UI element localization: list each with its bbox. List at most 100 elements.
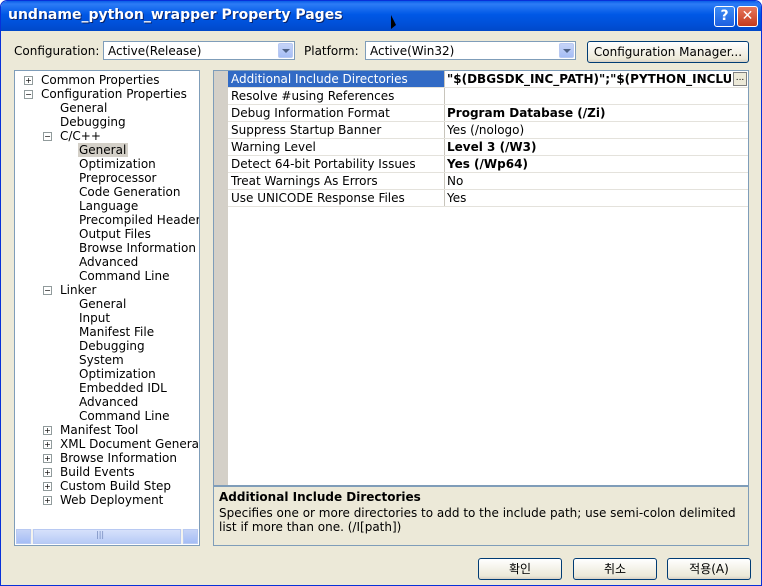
property-pages-window: undname_python_wrapper Property Pages ? … bbox=[0, 0, 762, 586]
tree-item[interactable]: General bbox=[59, 101, 109, 115]
tree-item[interactable]: + Build Events bbox=[43, 465, 137, 479]
expand-icon[interactable]: + bbox=[43, 482, 52, 491]
expand-icon[interactable]: + bbox=[43, 468, 52, 477]
tree-item[interactable]: − Linker bbox=[43, 283, 98, 297]
tree-item-label: Web Deployment bbox=[60, 493, 164, 507]
chevron-down-icon[interactable] bbox=[278, 43, 293, 58]
tree-item[interactable]: Browse Information bbox=[78, 241, 198, 255]
tree-item[interactable]: Debugging bbox=[59, 115, 128, 129]
tree-item-label: System bbox=[79, 353, 124, 367]
tree-item[interactable]: + Web Deployment bbox=[43, 493, 165, 507]
tree-item[interactable]: Code Generation bbox=[78, 185, 182, 199]
property-row[interactable]: Warning Level Level 3 (/W3) bbox=[228, 139, 748, 156]
configuration-value: Active(Release) bbox=[108, 44, 202, 58]
platform-select[interactable]: Active(Win32) bbox=[365, 41, 576, 60]
tree-item[interactable]: Manifest File bbox=[78, 325, 156, 339]
platform-label: Platform: bbox=[304, 44, 359, 58]
description-text: Specifies one or more directories to add… bbox=[219, 506, 736, 534]
tree-item[interactable]: Debugging bbox=[78, 339, 147, 353]
property-row[interactable]: Debug Information Format Program Database… bbox=[228, 105, 748, 122]
configuration-select[interactable]: Active(Release) bbox=[103, 41, 295, 60]
property-value[interactable]: No bbox=[447, 173, 748, 189]
scroll-left-icon[interactable] bbox=[16, 529, 31, 544]
configuration-manager-button[interactable]: Configuration Manager... bbox=[587, 41, 749, 63]
property-tree[interactable]: + Common Properties − Configuration Propert… bbox=[14, 70, 200, 546]
tree-item[interactable]: + XML Document Generator bbox=[43, 437, 199, 451]
property-value[interactable]: Yes (/Wp64) bbox=[447, 156, 748, 172]
platform-value: Active(Win32) bbox=[370, 44, 455, 58]
expand-icon[interactable]: + bbox=[24, 76, 33, 85]
tree-item[interactable]: Command Line bbox=[78, 409, 172, 423]
tree-item-label: General bbox=[79, 143, 127, 157]
tree-horizontal-scrollbar[interactable]: ||| bbox=[16, 529, 198, 544]
ok-button[interactable]: 확인 bbox=[478, 558, 562, 580]
collapse-icon[interactable]: − bbox=[43, 132, 52, 141]
tree-item[interactable]: + Browse Information bbox=[43, 451, 179, 465]
tree-item[interactable]: Output Files bbox=[78, 227, 153, 241]
tree-item[interactable]: Preprocessor bbox=[78, 171, 158, 185]
close-button[interactable]: ✕ bbox=[737, 6, 758, 27]
apply-button[interactable]: 적용(A) bbox=[667, 558, 751, 580]
collapse-icon[interactable]: − bbox=[43, 286, 52, 295]
tree-item-label: Command Line bbox=[79, 269, 170, 283]
configuration-label: Configuration: bbox=[14, 44, 100, 58]
property-value[interactable]: Program Database (/Zi) bbox=[447, 105, 748, 121]
property-value[interactable]: "$(DBGSDK_INC_PATH)";"$(PYTHON_INCLUDE)" bbox=[447, 71, 731, 87]
help-button[interactable]: ? bbox=[714, 6, 735, 27]
browse-button[interactable]: ... bbox=[733, 72, 747, 86]
collapse-icon[interactable]: − bbox=[24, 90, 33, 99]
property-row[interactable]: Detect 64-bit Portability Issues Yes (/Wp… bbox=[228, 156, 748, 173]
expand-icon[interactable]: + bbox=[43, 454, 52, 463]
tree-item-label: Manifest Tool bbox=[60, 423, 139, 437]
scroll-thumb[interactable]: ||| bbox=[33, 529, 181, 544]
tree-item-label: Custom Build Step bbox=[60, 479, 172, 493]
property-name: Treat Warnings As Errors bbox=[228, 173, 445, 189]
tree-item-label: Manifest File bbox=[79, 325, 155, 339]
property-value[interactable] bbox=[447, 88, 748, 104]
property-value[interactable]: Yes bbox=[447, 190, 748, 206]
tree-item[interactable]: Optimization bbox=[78, 367, 158, 381]
tree-item[interactable]: System bbox=[78, 353, 126, 367]
chevron-down-icon[interactable] bbox=[559, 43, 574, 58]
tree-item-label: General bbox=[60, 101, 108, 115]
tree-item[interactable]: Advanced bbox=[78, 255, 140, 269]
tree-item[interactable]: − Configuration Properties bbox=[24, 87, 189, 101]
tree-item[interactable]: Embedded IDL bbox=[78, 381, 169, 395]
tree-item-label: Advanced bbox=[79, 395, 139, 409]
tree-item-label: C/C++ bbox=[60, 129, 101, 143]
tree-item-label: Precompiled Headers bbox=[79, 213, 200, 227]
tree-item-label: Configuration Properties bbox=[41, 87, 187, 101]
tree-item-label: Debugging bbox=[60, 115, 126, 129]
tree-item[interactable]: + Common Properties bbox=[24, 73, 162, 87]
cancel-button[interactable]: 취소 bbox=[573, 558, 657, 580]
tree-item-label: Advanced bbox=[79, 255, 139, 269]
grid-gutter bbox=[214, 71, 228, 485]
property-row[interactable]: Resolve #using References bbox=[228, 88, 748, 105]
tree-item[interactable]: Optimization bbox=[78, 157, 158, 171]
property-value[interactable]: Yes (/nologo) bbox=[447, 122, 748, 138]
tree-item[interactable]: Input bbox=[78, 311, 112, 325]
expand-icon[interactable]: + bbox=[43, 426, 52, 435]
expand-icon[interactable]: + bbox=[43, 496, 52, 505]
property-name: Warning Level bbox=[228, 139, 445, 155]
tree-item[interactable]: General bbox=[78, 143, 129, 157]
property-value[interactable]: Level 3 (/W3) bbox=[447, 139, 748, 155]
tree-item[interactable]: Precompiled Headers bbox=[78, 213, 200, 227]
tree-item[interactable]: − C/C++ bbox=[43, 129, 103, 143]
expand-icon[interactable]: + bbox=[43, 440, 52, 449]
title-bar[interactable]: undname_python_wrapper Property Pages ? … bbox=[1, 1, 761, 31]
tree-item[interactable]: Command Line bbox=[78, 269, 172, 283]
tree-item-label: Browse Information bbox=[60, 451, 177, 465]
tree-item[interactable]: General bbox=[78, 297, 128, 311]
property-name: Resolve #using References bbox=[228, 88, 445, 104]
tree-item[interactable]: Advanced bbox=[78, 395, 140, 409]
scroll-right-icon[interactable] bbox=[183, 529, 198, 544]
property-grid[interactable]: Additional Include Directories "$(DBGSDK_… bbox=[213, 70, 749, 486]
property-row[interactable]: Treat Warnings As Errors No bbox=[228, 173, 748, 190]
property-row[interactable]: Use UNICODE Response Files Yes bbox=[228, 190, 748, 207]
tree-item[interactable]: + Manifest Tool bbox=[43, 423, 140, 437]
tree-item[interactable]: Language bbox=[78, 199, 140, 213]
property-row[interactable]: Suppress Startup Banner Yes (/nologo) bbox=[228, 122, 748, 139]
property-row[interactable]: Additional Include Directories "$(DBGSDK_… bbox=[228, 71, 748, 88]
tree-item[interactable]: + Custom Build Step bbox=[43, 479, 173, 493]
